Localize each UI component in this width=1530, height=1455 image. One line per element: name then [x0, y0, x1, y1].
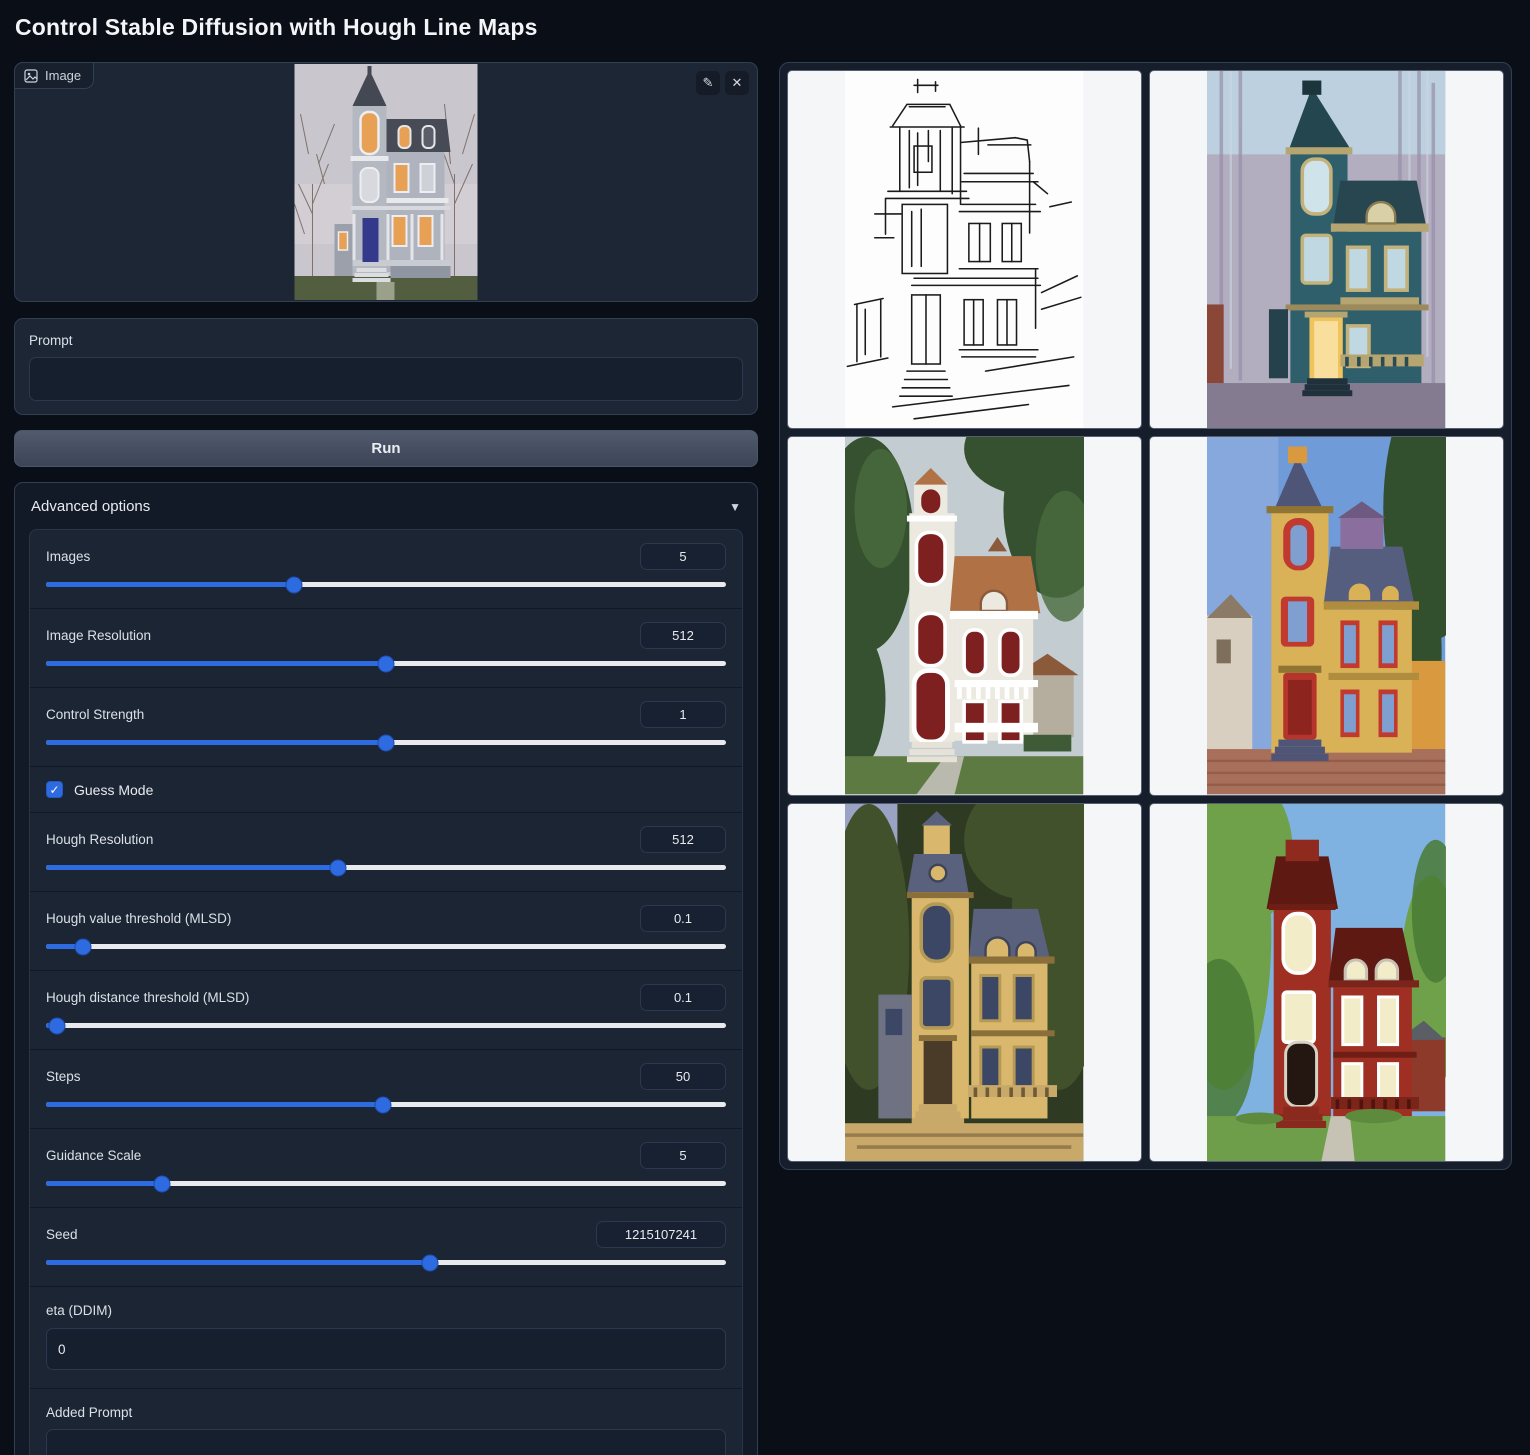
gallery-item-white-house[interactable] [787, 436, 1142, 795]
result-gallery [779, 62, 1512, 1170]
slider-label: Images [46, 549, 90, 564]
clear-image-button[interactable]: ✕ [725, 71, 749, 95]
edit-image-button[interactable]: ✎ [696, 71, 720, 95]
image-input-panel[interactable]: Image ✎ ✕ [14, 62, 758, 302]
slider-track[interactable] [46, 582, 726, 587]
gallery-item-red-house[interactable] [1149, 803, 1504, 1162]
page-title: Control Stable Diffusion with Hough Line… [15, 14, 538, 41]
line-map-picture [845, 71, 1083, 428]
slider-label: Hough value threshold (MLSD) [46, 911, 231, 926]
eta-input[interactable] [46, 1328, 726, 1370]
slider-value-input[interactable]: 5 [640, 1142, 726, 1169]
eta-label: eta (DDIM) [46, 1303, 726, 1318]
chevron-down-icon: ▼ [729, 500, 741, 514]
added-prompt-input[interactable] [46, 1429, 726, 1455]
slider-handle[interactable] [331, 860, 346, 875]
slider-track[interactable] [46, 1181, 726, 1186]
slider-track[interactable] [46, 661, 726, 666]
prompt-input[interactable] [29, 357, 743, 401]
advanced-options-panel: Advanced options ▼ Images 5 Image Resolu… [14, 482, 758, 1455]
slider-label: Hough Resolution [46, 832, 153, 847]
slider-label: Image Resolution [46, 628, 151, 643]
slider-handle[interactable] [287, 577, 302, 592]
slider-steps: Steps 50 [30, 1049, 742, 1128]
slider-value-input[interactable]: 1215107241 [596, 1221, 726, 1248]
gallery-item-line-map[interactable] [787, 70, 1142, 429]
slider-value-input[interactable]: 0.1 [640, 905, 726, 932]
gallery-item-golden-house[interactable] [787, 803, 1142, 1162]
gallery-item-teal-house[interactable] [1149, 70, 1504, 429]
slider-track[interactable] [46, 1023, 726, 1028]
slider-value-input[interactable]: 512 [640, 622, 726, 649]
slider-label: Guidance Scale [46, 1148, 141, 1163]
slider-hough-value-threshold: Hough value threshold (MLSD) 0.1 [30, 891, 742, 970]
slider-handle[interactable] [379, 656, 394, 671]
advanced-options-header[interactable]: Advanced options ▼ [15, 483, 757, 527]
white-house-picture [845, 437, 1083, 794]
slider-track[interactable] [46, 944, 726, 949]
slider-control-strength: Control Strength 1 [30, 687, 742, 766]
slider-handle[interactable] [375, 1097, 390, 1112]
input-image-picture [295, 64, 478, 300]
checkbox-checked-icon[interactable]: ✓ [46, 781, 63, 798]
slider-track[interactable] [46, 1260, 726, 1265]
slider-label: Steps [46, 1069, 81, 1084]
slider-image-resolution: Image Resolution 512 [30, 608, 742, 687]
eta-field: eta (DDIM) [30, 1286, 742, 1388]
slider-images: Images 5 [30, 530, 742, 608]
slider-handle[interactable] [423, 1255, 438, 1270]
added-prompt-label: Added Prompt [46, 1405, 726, 1420]
guess-mode-label: Guess Mode [74, 782, 153, 798]
slider-value-input[interactable]: 1 [640, 701, 726, 728]
input-image[interactable] [295, 64, 478, 300]
slider-track[interactable] [46, 865, 726, 870]
teal-house-picture [1207, 71, 1445, 428]
slider-track[interactable] [46, 740, 726, 745]
slider-value-input[interactable]: 0.1 [640, 984, 726, 1011]
slider-value-input[interactable]: 50 [640, 1063, 726, 1090]
slider-seed: Seed 1215107241 [30, 1207, 742, 1286]
guess-mode-checkbox-row[interactable]: ✓ Guess Mode [30, 766, 742, 812]
run-button[interactable]: Run [14, 430, 758, 467]
image-icon [24, 69, 38, 83]
prompt-label: Prompt [29, 333, 743, 348]
app-window: Control Stable Diffusion with Hough Line… [0, 0, 1530, 1455]
advanced-options-body: Images 5 Image Resolution 512 [29, 529, 743, 1455]
prompt-panel: Prompt [14, 318, 758, 415]
slider-handle[interactable] [76, 939, 91, 954]
yellow-house-picture [1207, 437, 1445, 794]
slider-handle[interactable] [154, 1176, 169, 1191]
close-icon: ✕ [732, 75, 743, 91]
slider-track[interactable] [46, 1102, 726, 1107]
added-prompt-field: Added Prompt [30, 1388, 742, 1455]
slider-label: Seed [46, 1227, 78, 1242]
slider-guidance-scale: Guidance Scale 5 [30, 1128, 742, 1207]
image-input-label: Image [14, 62, 94, 89]
slider-label: Hough distance threshold (MLSD) [46, 990, 249, 1005]
slider-hough-resolution: Hough Resolution 512 [30, 812, 742, 891]
slider-label: Control Strength [46, 707, 144, 722]
slider-value-input[interactable]: 5 [640, 543, 726, 570]
gallery-item-yellow-house[interactable] [1149, 436, 1504, 795]
golden-house-picture [845, 804, 1083, 1161]
pencil-icon: ✎ [703, 75, 714, 91]
advanced-options-title: Advanced options [31, 498, 150, 515]
slider-value-input[interactable]: 512 [640, 826, 726, 853]
slider-handle[interactable] [49, 1018, 64, 1033]
red-house-picture [1207, 804, 1445, 1161]
slider-hough-distance-threshold: Hough distance threshold (MLSD) 0.1 [30, 970, 742, 1049]
slider-handle[interactable] [379, 735, 394, 750]
